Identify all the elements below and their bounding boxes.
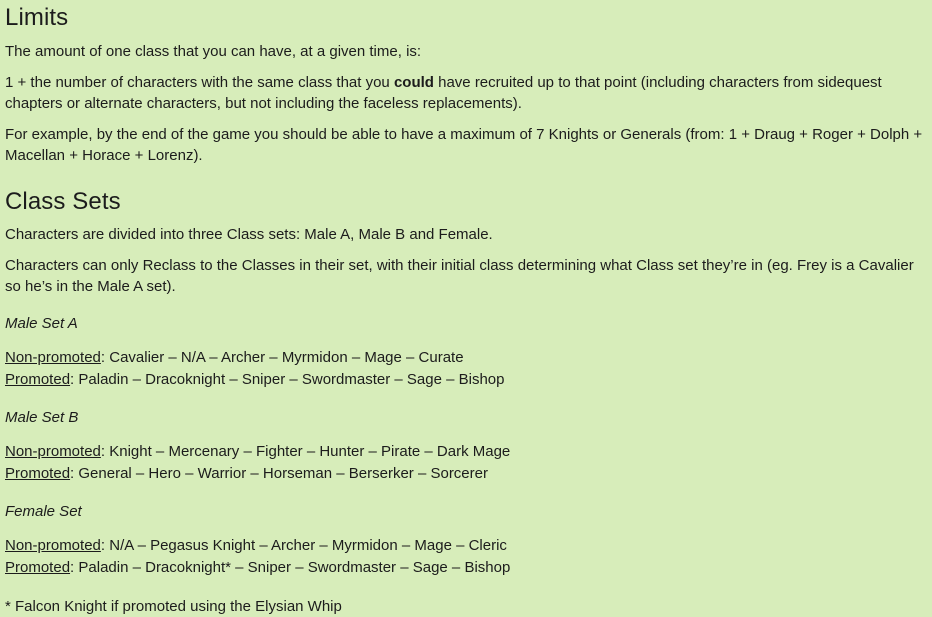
heading-class-sets: Class Sets (5, 187, 121, 215)
female-promoted-line: Promoted: Paladin – Dracoknight* – Snipe… (5, 557, 927, 579)
set-label-male-a: Male Set A (5, 315, 78, 333)
non-promoted-label: Non-promoted (5, 537, 101, 555)
male-b-non-promoted-classes: Knight – Mercenary – Fighter – Hunter – … (109, 443, 511, 461)
female-promoted-classes: Paladin – Dracoknight* – Sniper – Swordm… (78, 559, 511, 577)
non-promoted-label: Non-promoted (5, 349, 101, 367)
female-non-promoted-line: Non-promoted: N/A – Pegasus Knight – Arc… (5, 535, 927, 557)
label-colon: : (100, 349, 110, 367)
promoted-label: Promoted (5, 465, 71, 483)
limits-rule-emphasis: could (393, 73, 434, 91)
female-non-promoted-classes: N/A – Pegasus Knight – Archer – Myrmidon… (109, 537, 507, 555)
heading-limits: Limits (5, 4, 69, 31)
label-colon: : (100, 443, 110, 461)
promoted-label: Promoted (5, 371, 71, 389)
male-a-non-promoted-classes: Cavalier – N/A – Archer – Myrmidon – Mag… (109, 349, 464, 367)
set-label-female: Female Set (5, 503, 82, 521)
label-colon: : (100, 537, 110, 555)
limits-rule-paragraph: 1 + the number of characters with the sa… (5, 72, 927, 114)
promoted-label: Promoted (5, 559, 71, 577)
set-label-male-b: Male Set B (5, 409, 79, 427)
limits-intro-paragraph: The amount of one class that you can hav… (5, 42, 422, 60)
male-b-promoted-classes: General – Hero – Warrior – Horseman – Be… (78, 465, 488, 483)
footnote-falcon-knight: * Falcon Knight if promoted using the El… (5, 598, 342, 616)
male-b-promoted-line: Promoted: General – Hero – Warrior – Hor… (5, 463, 927, 485)
class-sets-reclass-paragraph: Characters can only Reclass to the Class… (5, 257, 914, 296)
male-a-non-promoted-line: Non-promoted: Cavalier – N/A – Archer – … (5, 347, 927, 369)
limits-rule-prefix: 1 + the number of characters with the sa… (5, 73, 394, 91)
non-promoted-label: Non-promoted (5, 443, 101, 461)
limits-example-paragraph: For example, by the end of the game you … (5, 125, 923, 164)
class-sets-intro-paragraph: Characters are divided into three Class … (5, 226, 493, 244)
male-a-promoted-line: Promoted: Paladin – Dracoknight – Sniper… (5, 369, 927, 391)
document-body: Limits The amount of one class that you … (0, 0, 932, 617)
male-a-promoted-classes: Paladin – Dracoknight – Sniper – Swordma… (78, 371, 505, 389)
male-b-non-promoted-line: Non-promoted: Knight – Mercenary – Fight… (5, 441, 927, 463)
